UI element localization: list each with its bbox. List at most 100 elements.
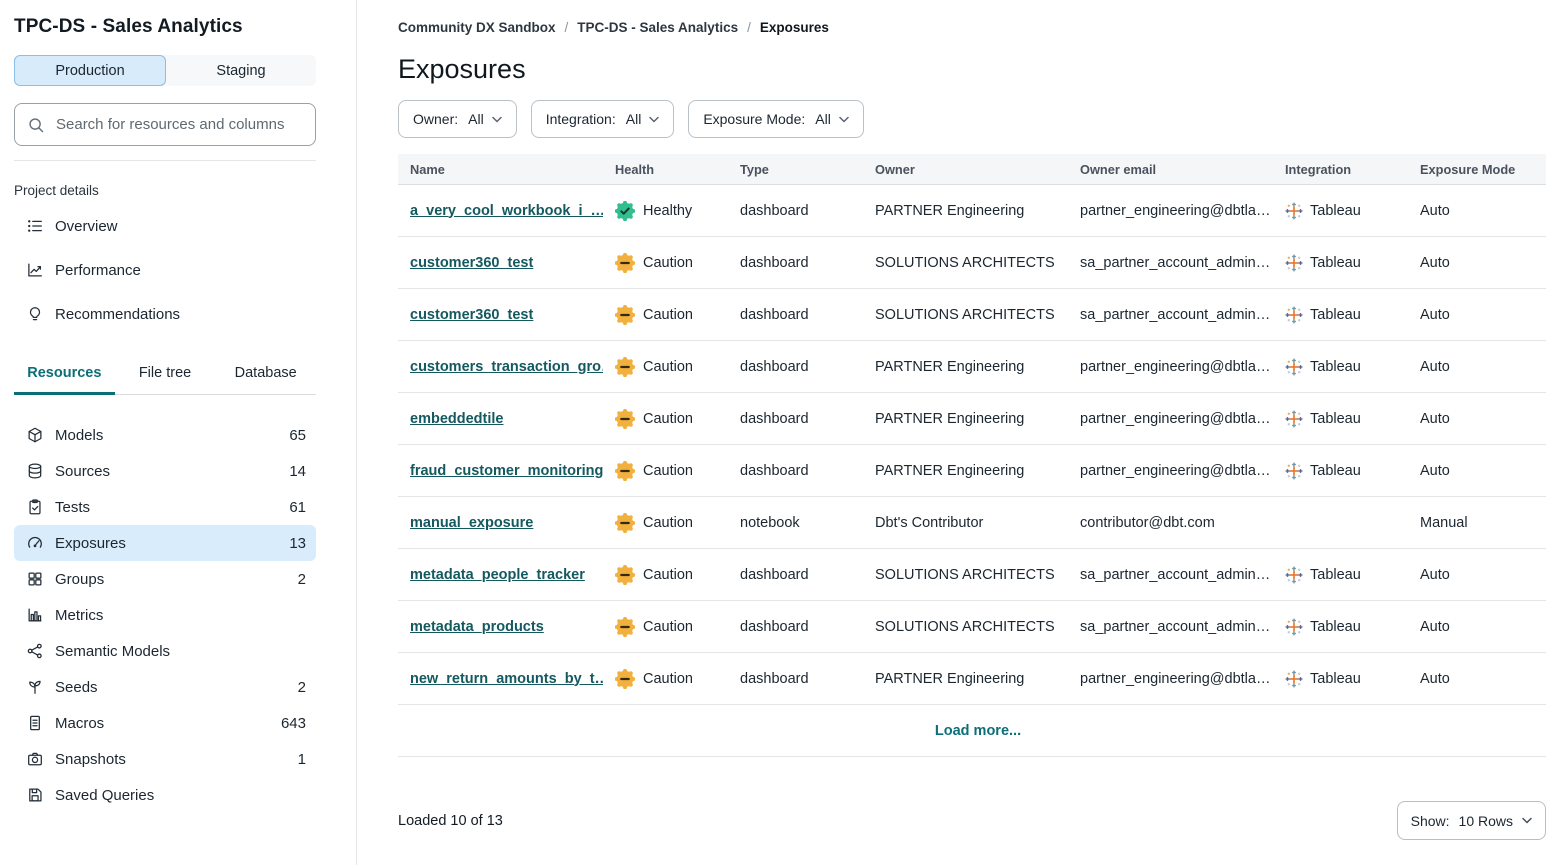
health-badge: Caution <box>615 409 728 429</box>
column-header-exposure-mode: Exposure Mode <box>1408 154 1546 185</box>
integration-label: Tableau <box>1310 307 1361 323</box>
sidebar-link-label: Overview <box>55 218 118 235</box>
table-row: metadata_people_trackerCautiondashboardS… <box>398 549 1546 601</box>
cell-owner-email: partner_engineering@dbtla… <box>1068 393 1273 445</box>
breadcrumb-item[interactable]: Community DX Sandbox <box>398 20 556 35</box>
cell-exposure-mode: Auto <box>1408 237 1546 289</box>
cell-exposure-mode: Auto <box>1408 549 1546 601</box>
cell-health: Caution <box>603 549 728 601</box>
breadcrumb-item: Exposures <box>760 20 829 35</box>
exposure-name-link[interactable]: customers_transaction_gro… <box>410 359 603 375</box>
filter-exposure-mode[interactable]: Exposure Mode:All <box>688 100 864 138</box>
sidebar-item-seeds[interactable]: Seeds2 <box>14 669 316 705</box>
exposure-name-link[interactable]: manual_exposure <box>410 515 533 531</box>
chevron-down-icon <box>1522 817 1532 824</box>
cell-exposure-mode: Auto <box>1408 601 1546 653</box>
table-header: NameHealthTypeOwnerOwner emailIntegratio… <box>398 154 1546 185</box>
integration-value: Tableau <box>1285 202 1408 220</box>
cell-exposure-mode: Auto <box>1408 445 1546 497</box>
exposure-name-link[interactable]: customer360_test <box>410 255 533 271</box>
overview-list-icon <box>26 217 44 235</box>
integration-label: Tableau <box>1310 203 1361 219</box>
cell-integration: Tableau <box>1273 341 1408 393</box>
filter-value: All <box>626 111 642 127</box>
caution-icon <box>615 617 635 637</box>
sidebar-item-macros[interactable]: Macros643 <box>14 705 316 741</box>
search-input[interactable] <box>54 115 303 134</box>
exposure-name-link[interactable]: metadata_products <box>410 619 544 635</box>
env-tab-production[interactable]: Production <box>14 55 166 86</box>
search-box[interactable] <box>14 103 316 146</box>
cell-name: customer360_test <box>398 237 603 289</box>
resource-label: Tests <box>55 499 90 516</box>
loaded-count: Loaded 10 of 13 <box>398 813 503 829</box>
exposure-name-link[interactable]: fraud_customer_monitoring <box>410 463 603 479</box>
cell-integration: Tableau <box>1273 653 1408 705</box>
sidebar-link-performance[interactable]: Performance <box>14 248 316 292</box>
project-links: Overview PerformanceRecommendations <box>14 204 316 336</box>
cell-name: metadata_people_tracker <box>398 549 603 601</box>
cell-owner: PARTNER Engineering <box>863 393 1068 445</box>
resource-count: 2 <box>298 679 306 696</box>
env-tab-staging[interactable]: Staging <box>166 55 316 86</box>
integration-label: Tableau <box>1310 359 1361 375</box>
filter-label: Owner: <box>413 111 458 127</box>
rows-per-page-select[interactable]: Show: 10 Rows <box>1397 801 1546 840</box>
integration-label: Tableau <box>1310 463 1361 479</box>
exposure-name-link[interactable]: metadata_people_tracker <box>410 567 585 583</box>
breadcrumb-item[interactable]: TPC-DS - Sales Analytics <box>577 20 738 35</box>
tableau-icon <box>1285 410 1303 428</box>
tab-resources[interactable]: Resources <box>14 356 115 395</box>
resource-count: 2 <box>298 571 306 588</box>
sidebar-item-tests[interactable]: Tests61 <box>14 489 316 525</box>
clipboard-check-icon <box>26 498 44 516</box>
cell-type: dashboard <box>728 289 863 341</box>
cell-type: dashboard <box>728 653 863 705</box>
health-badge: Healthy <box>615 201 728 221</box>
sidebar-item-models[interactable]: Models65 <box>14 417 316 453</box>
table-row: a_very_cool_workbook_i_…Healthydashboard… <box>398 185 1546 237</box>
tableau-icon <box>1285 358 1303 376</box>
caution-icon <box>615 461 635 481</box>
exposure-name-link[interactable]: a_very_cool_workbook_i_… <box>410 203 603 219</box>
cell-integration: Tableau <box>1273 445 1408 497</box>
cell-owner-email: partner_engineering@dbtla… <box>1068 445 1273 497</box>
tab-database[interactable]: Database <box>215 356 316 395</box>
sidebar-item-groups[interactable]: Groups2 <box>14 561 316 597</box>
sidebar-link-recommendations[interactable]: Recommendations <box>14 292 316 336</box>
sidebar-link-overview[interactable]: Overview <box>14 204 316 248</box>
cell-name: embeddedtile <box>398 393 603 445</box>
load-more-link[interactable]: Load more... <box>935 723 1021 739</box>
cell-health: Healthy <box>603 185 728 237</box>
integration-label: Tableau <box>1310 671 1361 687</box>
cell-owner-email: sa_partner_account_admin… <box>1068 549 1273 601</box>
page-title: Exposures <box>398 54 1546 85</box>
sidebar-item-semantic-models[interactable]: Semantic Models <box>14 633 316 669</box>
cell-exposure-mode: Auto <box>1408 185 1546 237</box>
seedling-icon <box>26 678 44 696</box>
filter-owner[interactable]: Owner:All <box>398 100 517 138</box>
resource-label: Semantic Models <box>55 643 170 660</box>
integration-value: Tableau <box>1285 670 1408 688</box>
health-label: Caution <box>643 567 693 583</box>
exposure-name-link[interactable]: embeddedtile <box>410 411 503 427</box>
table-row: embeddedtile CautiondashboardPARTNER Engi… <box>398 393 1546 445</box>
integration-value: Tableau <box>1285 618 1408 636</box>
cell-health: Caution <box>603 445 728 497</box>
tab-file-tree[interactable]: File tree <box>115 356 216 395</box>
sidebar-item-saved-queries[interactable]: Saved Queries <box>14 777 316 813</box>
cell-exposure-mode: Auto <box>1408 341 1546 393</box>
cell-exposure-mode: Manual <box>1408 497 1546 549</box>
cell-health: Caution <box>603 237 728 289</box>
exposure-name-link[interactable]: customer360_test <box>410 307 533 323</box>
filter-bar: Owner:AllIntegration:AllExposure Mode:Al… <box>398 100 1546 138</box>
health-label: Caution <box>643 255 693 271</box>
exposure-name-link[interactable]: new_return_amounts_by_t… <box>410 671 603 687</box>
filter-integration[interactable]: Integration:All <box>531 100 675 138</box>
cell-type: dashboard <box>728 393 863 445</box>
sidebar-item-exposures[interactable]: Exposures13 <box>14 525 316 561</box>
sidebar-item-snapshots[interactable]: Snapshots1 <box>14 741 316 777</box>
sidebar-item-sources[interactable]: Sources14 <box>14 453 316 489</box>
sidebar-item-metrics[interactable]: Metrics <box>14 597 316 633</box>
cell-name: a_very_cool_workbook_i_… <box>398 185 603 237</box>
